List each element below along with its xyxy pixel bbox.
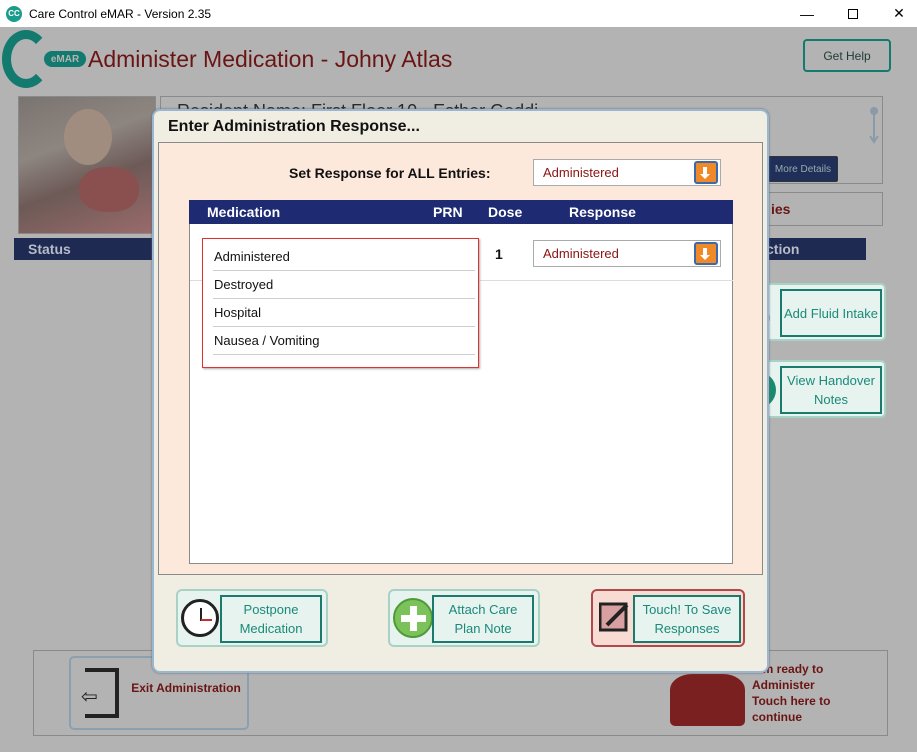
app-logo-icon: CC bbox=[6, 5, 22, 22]
clock-minute-hand bbox=[201, 619, 212, 621]
dropdown-option-nausea-vomiting[interactable]: Nausea / Vomiting bbox=[213, 327, 475, 355]
pen-edit-icon bbox=[599, 602, 629, 632]
resident-photo bbox=[18, 96, 156, 234]
more-details-button[interactable]: More Details bbox=[768, 156, 838, 182]
dropdown-arrow-icon[interactable] bbox=[694, 242, 718, 265]
postpone-medication-button[interactable]: Postpone Medication bbox=[176, 589, 328, 647]
get-help-button[interactable]: Get Help bbox=[803, 39, 891, 72]
dialog-footer: Postpone Medication Attach Care Plan Not… bbox=[158, 579, 763, 667]
postpone-medication-label: Postpone Medication bbox=[220, 595, 322, 643]
care-control-logo-icon bbox=[2, 30, 50, 88]
allergies-tab[interactable]: ies bbox=[768, 192, 883, 226]
save-responses-button[interactable]: Touch! To Save Responses bbox=[591, 589, 745, 647]
maximize-button[interactable] bbox=[830, 0, 876, 27]
emar-badge: eMAR bbox=[44, 51, 86, 67]
view-handover-notes-label: View Handover Notes bbox=[780, 366, 882, 414]
exit-label: Exit Administration bbox=[131, 681, 241, 695]
plus-icon bbox=[393, 598, 433, 638]
window-titlebar: CC Care Control eMAR - Version 2.35 bbox=[0, 0, 917, 27]
pin-icon bbox=[869, 107, 879, 144]
minimize-button[interactable]: — bbox=[784, 0, 830, 27]
dropdown-arrow-icon[interactable] bbox=[694, 161, 718, 184]
ready-label: tem ready to Administer Touch here to co… bbox=[752, 662, 831, 724]
medication-grid-header: Medication PRN Dose Response bbox=[189, 200, 733, 224]
resident-flowers bbox=[79, 167, 139, 212]
set-all-response-select[interactable]: Administered bbox=[533, 159, 721, 186]
action-column-header: ction bbox=[766, 238, 866, 260]
dropdown-option-destroyed[interactable]: Destroyed bbox=[213, 271, 475, 299]
save-responses-label: Touch! To Save Responses bbox=[633, 595, 741, 643]
dose-column-header: Dose bbox=[488, 204, 523, 220]
administration-response-dialog: Enter Administration Response... Set Res… bbox=[152, 109, 769, 673]
dose-value: 1 bbox=[495, 246, 503, 262]
window-title: Care Control eMAR - Version 2.35 bbox=[29, 6, 212, 21]
clock-icon bbox=[181, 599, 219, 637]
dialog-title: Enter Administration Response... bbox=[168, 118, 420, 135]
nurse-patient-icon bbox=[670, 674, 745, 726]
add-fluid-intake-label: Add Fluid Intake bbox=[780, 289, 882, 337]
set-all-response-value: Administered bbox=[543, 165, 619, 180]
page-title: Administer Medication - Johny Atlas bbox=[88, 46, 453, 72]
resident-face bbox=[64, 109, 112, 165]
set-all-label: Set Response for ALL Entries: bbox=[289, 165, 491, 181]
response-dropdown-list: Administered Destroyed Hospital Nausea /… bbox=[202, 238, 479, 368]
medication-column-header: Medication bbox=[207, 204, 281, 220]
dropdown-option-hospital[interactable]: Hospital bbox=[213, 299, 475, 327]
dropdown-option-administered[interactable]: Administered bbox=[213, 243, 475, 271]
row-response-value: Administered bbox=[543, 246, 619, 261]
status-column-header: Status bbox=[14, 238, 154, 260]
prn-column-header: PRN bbox=[433, 204, 463, 220]
attach-care-plan-note-button[interactable]: Attach Care Plan Note bbox=[388, 589, 540, 647]
close-button[interactable]: ✕ bbox=[876, 0, 917, 27]
attach-care-plan-note-label: Attach Care Plan Note bbox=[432, 595, 534, 643]
maximize-icon bbox=[848, 8, 858, 19]
exit-arrow-icon: ⇦ bbox=[81, 686, 98, 708]
row-response-select[interactable]: Administered bbox=[533, 240, 721, 267]
response-column-header: Response bbox=[569, 204, 636, 220]
